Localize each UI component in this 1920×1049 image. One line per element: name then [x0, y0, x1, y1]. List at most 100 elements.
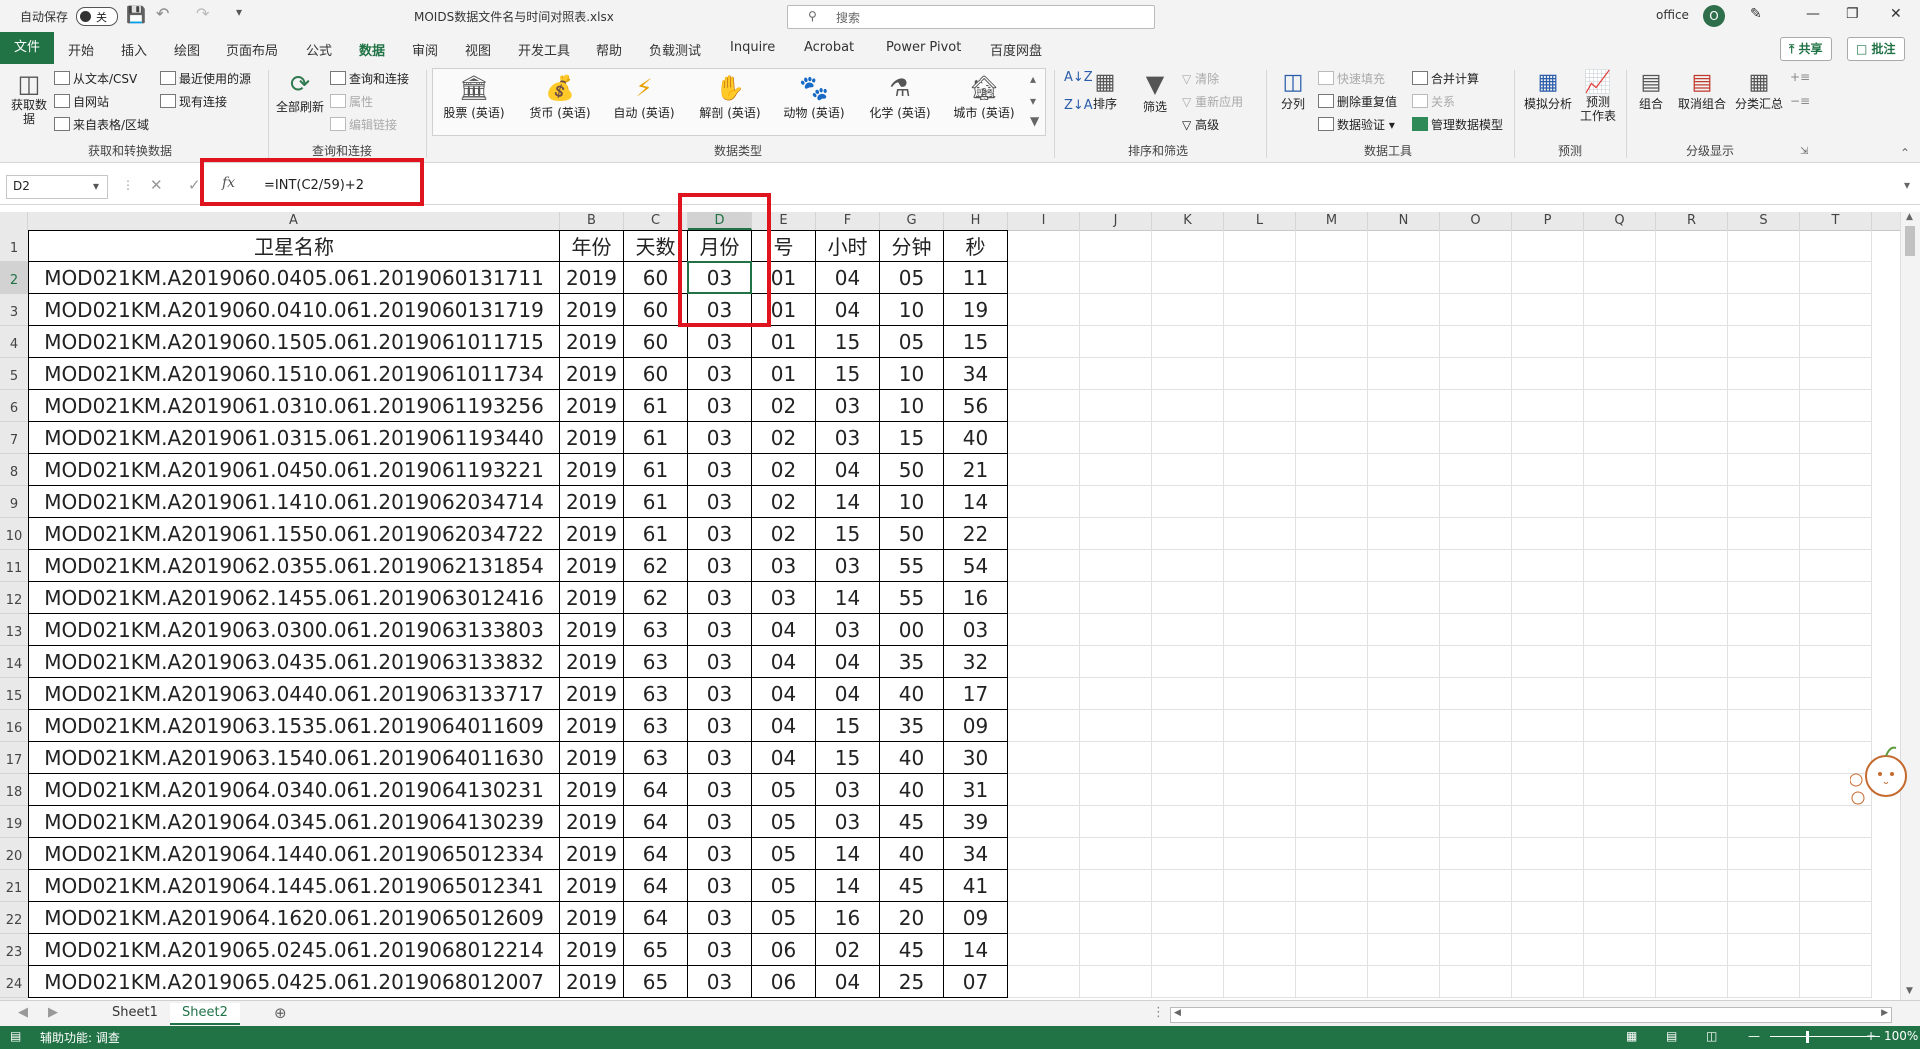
- row-header[interactable]: 16: [0, 710, 28, 742]
- row-header[interactable]: 24: [0, 966, 28, 998]
- cell[interactable]: 03: [944, 614, 1008, 646]
- more-options-icon[interactable]: ⋮: [122, 178, 134, 192]
- empty-cell[interactable]: [1080, 774, 1152, 806]
- cell[interactable]: 60: [624, 326, 688, 358]
- group-button[interactable]: ▤ 组合: [1634, 70, 1668, 112]
- empty-cell[interactable]: [1440, 678, 1512, 710]
- empty-cell[interactable]: [1080, 742, 1152, 774]
- cell[interactable]: 35: [880, 646, 944, 678]
- cell[interactable]: MOD021KM.A2019061.0450.061.2019061193221: [28, 454, 560, 486]
- empty-cell[interactable]: [1008, 678, 1080, 710]
- cell[interactable]: 63: [624, 710, 688, 742]
- empty-cell[interactable]: [1728, 870, 1800, 902]
- cell[interactable]: 05: [752, 838, 816, 870]
- empty-cell[interactable]: [1368, 806, 1440, 838]
- cell[interactable]: 64: [624, 838, 688, 870]
- row-header[interactable]: 2: [0, 262, 28, 294]
- empty-cell[interactable]: [1296, 326, 1368, 358]
- empty-cell[interactable]: [1152, 966, 1224, 998]
- cell[interactable]: 04: [752, 678, 816, 710]
- empty-cell[interactable]: [1008, 518, 1080, 550]
- empty-cell[interactable]: [1224, 294, 1296, 326]
- empty-cell[interactable]: [1296, 806, 1368, 838]
- cell[interactable]: 2019: [560, 742, 624, 774]
- empty-cell[interactable]: [1584, 806, 1656, 838]
- empty-cell[interactable]: [1368, 902, 1440, 934]
- cell[interactable]: 05: [880, 326, 944, 358]
- empty-cell[interactable]: [1224, 550, 1296, 582]
- cell[interactable]: MOD021KM.A2019063.0435.061.2019063133832: [28, 646, 560, 678]
- empty-cell[interactable]: [1152, 678, 1224, 710]
- empty-cell[interactable]: [1656, 678, 1728, 710]
- empty-cell[interactable]: [1584, 710, 1656, 742]
- empty-cell[interactable]: [1224, 518, 1296, 550]
- cell[interactable]: 2019: [560, 262, 624, 294]
- add-sheet-icon[interactable]: ⊕: [262, 1003, 299, 1023]
- empty-cell[interactable]: [1440, 774, 1512, 806]
- cell[interactable]: 03: [688, 806, 752, 838]
- cell[interactable]: 04: [816, 646, 880, 678]
- empty-cell[interactable]: [1512, 422, 1584, 454]
- row-header[interactable]: 7: [0, 422, 28, 454]
- cell[interactable]: 61: [624, 454, 688, 486]
- empty-cell[interactable]: [1368, 934, 1440, 966]
- relationships-button[interactable]: 关系: [1412, 93, 1455, 110]
- collapse-ribbon-icon[interactable]: ⌃: [1900, 146, 1910, 160]
- cell[interactable]: MOD021KM.A2019060.1510.061.2019061011734: [28, 358, 560, 390]
- cell[interactable]: MOD021KM.A2019065.0245.061.2019068012214: [28, 934, 560, 966]
- row-header[interactable]: 12: [0, 582, 28, 614]
- empty-cell[interactable]: [1080, 582, 1152, 614]
- cell[interactable]: MOD021KM.A2019060.0410.061.2019060131719: [28, 294, 560, 326]
- tab-formulas[interactable]: 公式: [306, 40, 332, 59]
- empty-cell[interactable]: [1800, 486, 1872, 518]
- empty-cell[interactable]: [1800, 422, 1872, 454]
- empty-cell[interactable]: [1728, 326, 1800, 358]
- ungroup-button[interactable]: ▤ 取消组合: [1678, 70, 1726, 112]
- row-header[interactable]: 15: [0, 678, 28, 710]
- empty-cell[interactable]: [1008, 902, 1080, 934]
- row-header[interactable]: 18: [0, 774, 28, 806]
- empty-cell[interactable]: [1512, 486, 1584, 518]
- cell[interactable]: 2019: [560, 294, 624, 326]
- prev-sheet-icon[interactable]: ◀: [18, 1003, 28, 1023]
- empty-cell[interactable]: [1656, 486, 1728, 518]
- cell[interactable]: 03: [688, 710, 752, 742]
- empty-cell[interactable]: [1008, 838, 1080, 870]
- empty-cell[interactable]: [1584, 902, 1656, 934]
- queries-connections-button[interactable]: 查询和连接: [330, 70, 409, 87]
- cell[interactable]: 10: [880, 486, 944, 518]
- empty-cell[interactable]: [1656, 422, 1728, 454]
- column-header-p[interactable]: P: [1512, 212, 1584, 230]
- data-type-currency[interactable]: 💰 货币 (英语): [518, 72, 602, 134]
- cell[interactable]: 03: [816, 806, 880, 838]
- column-header-j[interactable]: J: [1080, 212, 1152, 230]
- sheet-tab[interactable]: Sheet1: [100, 1003, 170, 1023]
- empty-cell[interactable]: [1224, 582, 1296, 614]
- cell[interactable]: MOD021KM.A2019064.0340.061.2019064130231: [28, 774, 560, 806]
- consolidate-button[interactable]: 合并计算: [1412, 70, 1479, 87]
- cell[interactable]: 04: [816, 294, 880, 326]
- remove-duplicates-button[interactable]: 删除重复值: [1318, 93, 1397, 110]
- empty-cell[interactable]: [1008, 550, 1080, 582]
- empty-cell[interactable]: [1584, 294, 1656, 326]
- cell[interactable]: 15: [816, 518, 880, 550]
- empty-cell[interactable]: [1728, 902, 1800, 934]
- empty-cell[interactable]: [1512, 294, 1584, 326]
- empty-cell[interactable]: [1368, 614, 1440, 646]
- get-data-button[interactable]: ◫ 获取数 据: [10, 70, 48, 126]
- cell[interactable]: 02: [752, 486, 816, 518]
- cell[interactable]: 2019: [560, 870, 624, 902]
- empty-cell[interactable]: [1800, 390, 1872, 422]
- empty-cell[interactable]: [1296, 774, 1368, 806]
- cell[interactable]: MOD021KM.A2019064.1445.061.2019065012341: [28, 870, 560, 902]
- cell[interactable]: 35: [880, 710, 944, 742]
- empty-cell[interactable]: [1584, 934, 1656, 966]
- empty-cell[interactable]: [1656, 870, 1728, 902]
- empty-cell[interactable]: [1656, 614, 1728, 646]
- cell[interactable]: MOD021KM.A2019063.0440.061.2019063133717: [28, 678, 560, 710]
- empty-cell[interactable]: [1656, 806, 1728, 838]
- empty-cell[interactable]: [1008, 358, 1080, 390]
- empty-cell[interactable]: [1584, 518, 1656, 550]
- column-header-n[interactable]: N: [1368, 212, 1440, 230]
- cell[interactable]: 14: [816, 486, 880, 518]
